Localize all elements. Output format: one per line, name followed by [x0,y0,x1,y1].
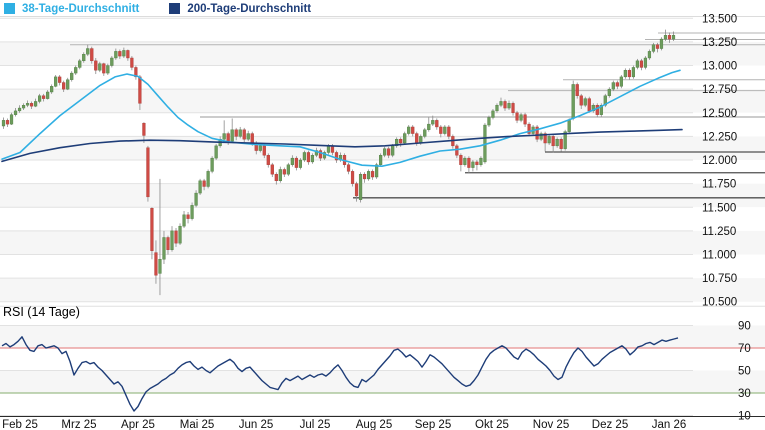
svg-text:Apr 25: Apr 25 [121,419,155,430]
svg-text:13.250: 13.250 [702,37,737,49]
legend-item-ma38[interactable]: 38-Tage-Durchschnitt [4,3,139,15]
svg-text:Jan 26: Jan 26 [652,419,687,430]
svg-text:11.750: 11.750 [702,179,736,191]
ma200-swatch-icon [169,3,180,14]
svg-text:Mrz 25: Mrz 25 [61,419,96,430]
svg-text:30: 30 [738,388,751,400]
svg-text:Mai 25: Mai 25 [180,419,215,430]
rsi-panel-title: RSI (14 Tage) [3,305,80,319]
chart-legend: 38-Tage-Durchschnitt 200-Tage-Durchschni… [4,1,341,16]
svg-text:10.750: 10.750 [702,273,737,285]
svg-text:Okt 25: Okt 25 [475,419,509,430]
legend-label-ma200: 200-Tage-Durchschnitt [187,3,311,15]
svg-text:12.250: 12.250 [702,131,737,143]
svg-text:Feb 25: Feb 25 [2,419,38,430]
ma38-swatch-icon [4,3,15,14]
svg-text:12.750: 12.750 [702,84,737,96]
svg-text:Nov 25: Nov 25 [533,419,569,430]
svg-text:11.500: 11.500 [702,202,736,214]
svg-text:11.000: 11.000 [702,250,736,262]
chart-canvas: 13.500 13.250 13.000 12.750 12.500 12.250 12.0… [0,0,765,430]
svg-text:Jul 25: Jul 25 [300,419,331,430]
svg-text:12.000: 12.000 [702,155,737,167]
x-axis-labels: Feb 25 Mrz 25 Apr 25 Mai 25 Jun 25 Jul 25 Aug … [2,419,686,430]
stock-chart-widget: 13.500 13.250 13.000 12.750 12.500 12.250 12.0… [0,0,765,430]
svg-text:13.500: 13.500 [702,13,737,25]
legend-label-ma38: 38-Tage-Durchschnitt [22,3,139,15]
svg-text:90: 90 [738,321,751,333]
svg-text:50: 50 [738,366,751,378]
svg-text:Aug 25: Aug 25 [356,419,392,430]
svg-text:12.500: 12.500 [702,108,737,120]
svg-text:Jun 25: Jun 25 [239,419,274,430]
svg-text:70: 70 [738,343,751,355]
svg-text:Sep 25: Sep 25 [415,419,451,430]
svg-text:10.500: 10.500 [702,297,737,309]
svg-text:13.000: 13.000 [702,61,737,73]
svg-text:11.250: 11.250 [702,226,736,238]
svg-text:Dez 25: Dez 25 [592,419,628,430]
legend-item-ma200[interactable]: 200-Tage-Durchschnitt [169,3,311,15]
